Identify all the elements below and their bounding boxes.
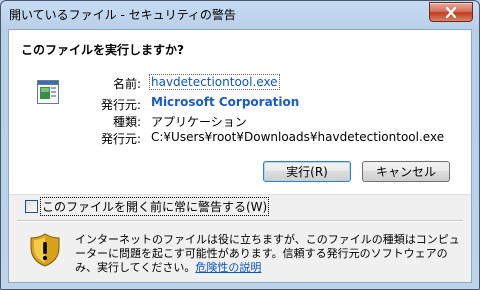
dialog-heading: このファイルを実行しますか? bbox=[21, 43, 184, 57]
file-info-panel: このファイルを実行しますか? 名前: havdetectiontool.exe … bbox=[9, 30, 471, 195]
window-title: 開いているファイル - セキュリティの警告 bbox=[9, 8, 236, 22]
close-icon bbox=[445, 6, 457, 18]
separator bbox=[17, 220, 463, 222]
type-label: 種類: bbox=[112, 115, 141, 129]
name-label: 名前: bbox=[112, 77, 141, 91]
file-name-link[interactable]: havdetectiontool.exe bbox=[149, 74, 280, 90]
shield-warning-icon bbox=[30, 233, 60, 267]
file-path-value: C:¥Users¥root¥Downloads¥havdetectiontool… bbox=[151, 130, 445, 144]
type-value: アプリケーション bbox=[151, 115, 247, 129]
cancel-button[interactable]: キャンセル bbox=[362, 161, 450, 182]
run-button[interactable]: 実行(R) bbox=[263, 161, 351, 182]
warning-message: インターネットのファイルは役に立ちますが、このファイルの種類はコンピューターに問… bbox=[75, 233, 461, 275]
title-bar[interactable]: 開いているファイル - セキュリティの警告 bbox=[1, 1, 479, 27]
always-warn-checkbox[interactable] bbox=[25, 199, 38, 213]
warning-text: インターネットのファイルは役に立ちますが、このファイルの種類はコンピューターに問… bbox=[75, 233, 460, 274]
close-button[interactable] bbox=[429, 2, 473, 22]
from-label: 発行元: bbox=[100, 132, 141, 146]
dialog-client-area: このファイルを実行しますか? 名前: havdetectiontool.exe … bbox=[8, 29, 472, 283]
publisher-link[interactable]: Microsoft Corporation bbox=[151, 95, 299, 109]
risk-explanation-link[interactable]: 危険性の説明 bbox=[195, 261, 261, 274]
always-warn-label[interactable]: このファイルを開く前に常に警告する(W) bbox=[40, 196, 270, 216]
always-warn-option[interactable]: このファイルを開く前に常に警告する(W) bbox=[25, 196, 270, 216]
publisher-label: 発行元: bbox=[100, 98, 141, 112]
security-warning-window: 開いているファイル - セキュリティの警告 このファイルを実行しますか? 名前:… bbox=[0, 0, 480, 290]
